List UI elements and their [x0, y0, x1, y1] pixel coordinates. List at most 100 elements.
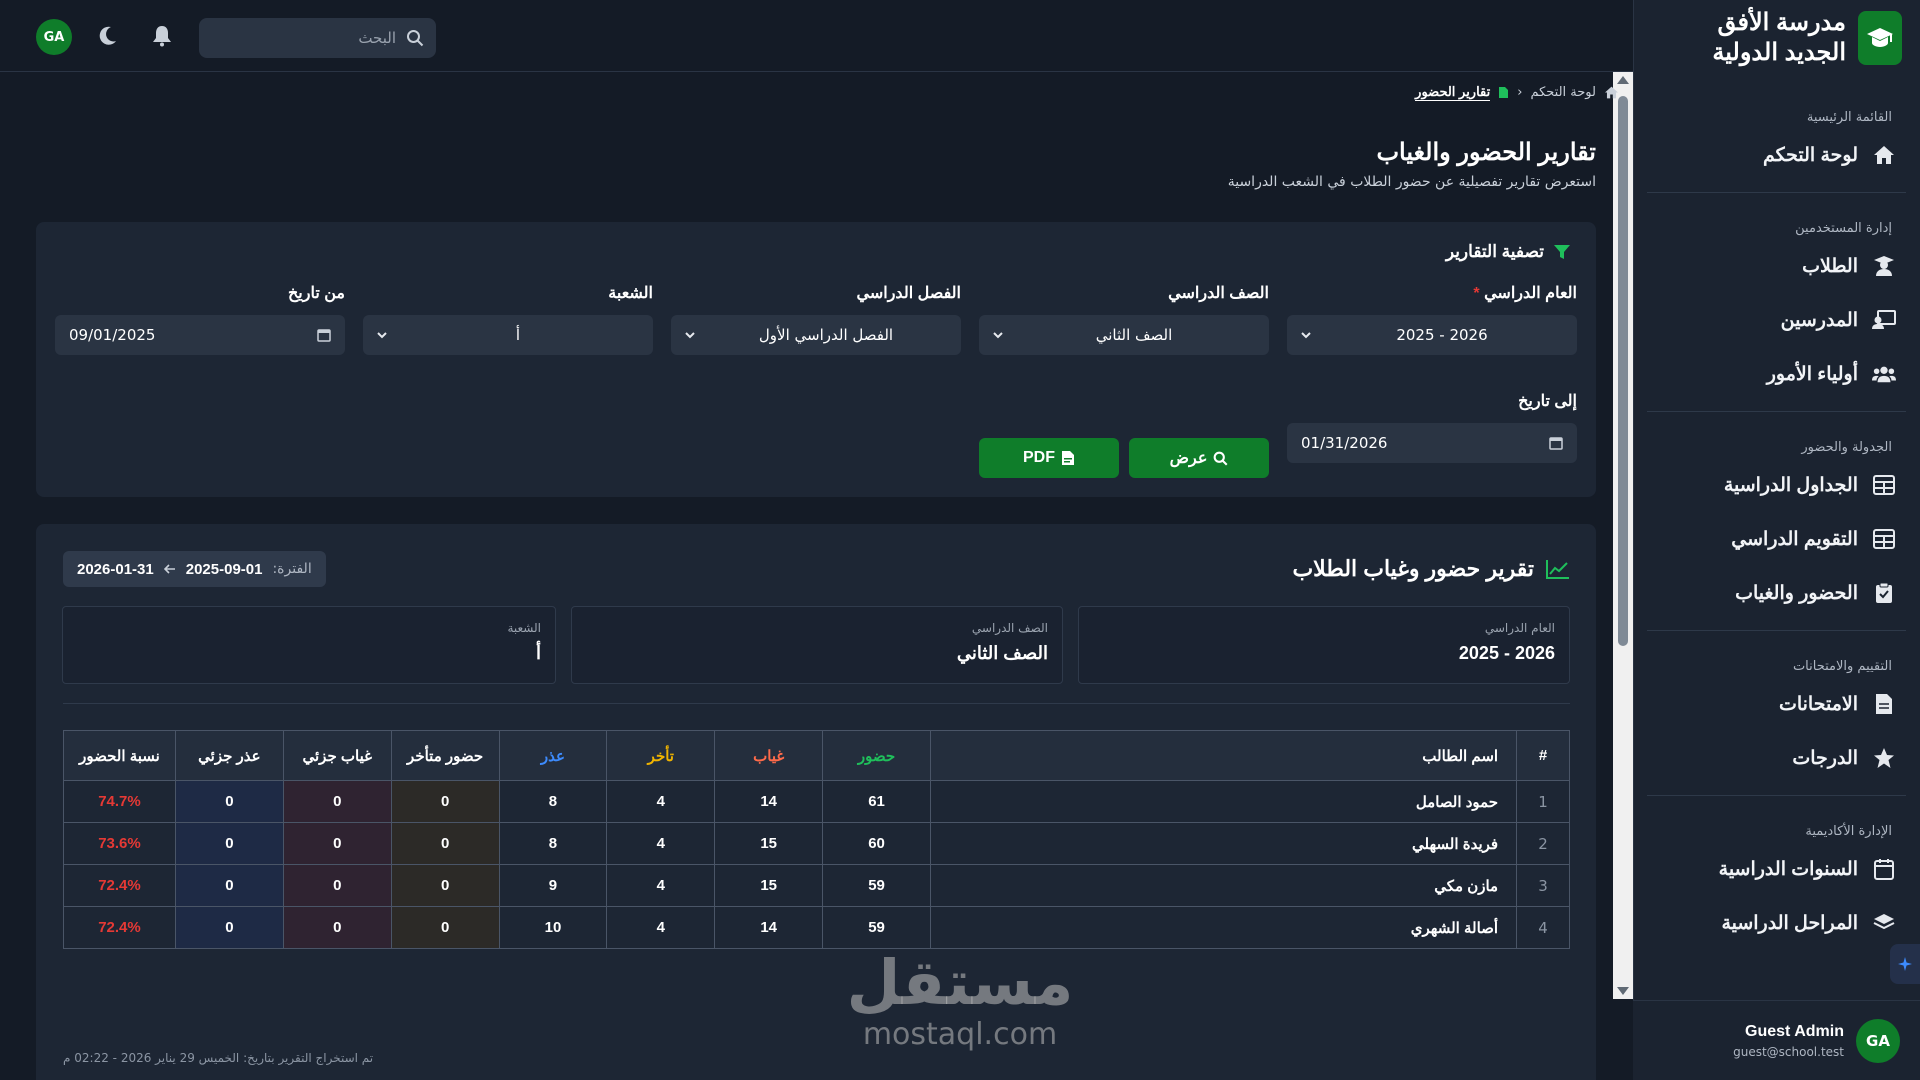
period-to: 2026-01-31: [77, 560, 154, 578]
section-select[interactable]: أ: [363, 315, 653, 355]
sidebar-item-schedules[interactable]: الجداول الدراسية: [1633, 458, 1920, 512]
from-date-input[interactable]: 09/01/2025: [55, 315, 345, 355]
search-box[interactable]: [199, 18, 436, 58]
user-profile[interactable]: GA Guest Admin guest@school.test: [1633, 1000, 1920, 1080]
column-header[interactable]: حضور: [822, 730, 931, 781]
sidebar-item-label: الحضور والغياب: [1735, 582, 1858, 604]
select-value: 2025 - 2026: [1396, 326, 1488, 344]
divider: [1647, 192, 1906, 193]
absent-count: 15: [714, 822, 824, 865]
late-count: 4: [606, 864, 716, 907]
sidebar-item-dashboard[interactable]: لوحة التحكم: [1633, 128, 1920, 182]
show-report-button[interactable]: عرض: [1129, 438, 1269, 478]
sidebar-item-label: لوحة التحكم: [1762, 144, 1858, 166]
present-count: 61: [822, 780, 931, 823]
divider: [63, 703, 1570, 704]
field-label: العام الدراسي *: [1473, 285, 1577, 302]
avatar: GA: [1856, 1018, 1900, 1063]
calendar-icon[interactable]: [1549, 436, 1563, 450]
column-header[interactable]: عذر جزئي: [174, 730, 284, 781]
late-count: 4: [606, 780, 716, 823]
user-name: Guest Admin: [1745, 1022, 1844, 1040]
pdf-button[interactable]: PDF: [979, 438, 1119, 478]
chevron-down-icon: [377, 331, 387, 339]
late-count: 4: [606, 822, 716, 865]
search-input[interactable]: [202, 29, 396, 47]
avatar[interactable]: GA: [36, 19, 72, 55]
home-icon[interactable]: [1604, 86, 1619, 99]
report-header: تقرير حضور وغياب الطلاب: [1292, 556, 1570, 582]
to-date-field: إلى تاريخ 01/31/2026: [1287, 391, 1577, 463]
pin-icon[interactable]: [1890, 944, 1920, 984]
sidebar-item-label: التقويم الدراسي: [1731, 528, 1858, 550]
student-name: أصالة الشهري: [929, 906, 1518, 949]
sidebar-nav: القائمة الرئيسية لوحة التحكم إدارة المست…: [1633, 72, 1920, 997]
column-header[interactable]: #: [1516, 730, 1570, 781]
breadcrumb-home-link[interactable]: لوحة التحكم: [1530, 85, 1596, 100]
sidebar-item-stages[interactable]: المراحل الدراسية: [1633, 896, 1920, 950]
column-header[interactable]: غياب: [714, 730, 824, 781]
partial-absent-count: 0: [282, 780, 392, 823]
academic-year-select[interactable]: 2025 - 2026: [1287, 315, 1577, 355]
nav-group-title: إدارة المستخدمين: [1795, 221, 1892, 236]
nav-group-title: الجدولة والحضور: [1801, 440, 1892, 455]
late-present-count: 0: [390, 864, 500, 907]
star-icon: [1872, 746, 1896, 770]
nav-group-title: الإدارة الأكاديمية: [1805, 824, 1892, 839]
sidebar-item-label: الامتحانات: [1778, 693, 1858, 715]
table-row: 2 فريدة السهلي 60 15 4 8 0 0 0 73.6%: [63, 822, 1570, 865]
column-header[interactable]: اسم الطالب: [929, 730, 1518, 781]
attendance-table: # اسم الطالب حضور غياب تأخر عذر حضور متأ…: [63, 730, 1570, 949]
moon-icon[interactable]: [93, 22, 121, 50]
filter-title: تصفية التقارير: [1445, 242, 1544, 261]
info-label: الصف الدراسي: [971, 621, 1048, 635]
grade-select[interactable]: الصف الثاني: [979, 315, 1269, 355]
sidebar: مدرسة الأفق الجديد الدولية القائمة الرئي…: [1633, 0, 1920, 1080]
filter-header: تصفية التقارير: [1446, 242, 1570, 262]
column-header[interactable]: حضور متأخر: [390, 730, 500, 781]
info-label: الشعبة: [507, 621, 541, 635]
column-header[interactable]: تأخر: [606, 730, 716, 781]
report-footnote: تم استخراج التقرير بتاريخ: الخميس 29 ينا…: [63, 1051, 374, 1065]
brand[interactable]: مدرسة الأفق الجديد الدولية: [1654, 8, 1902, 68]
user-email: guest@school.test: [1733, 1044, 1844, 1059]
present-count: 59: [822, 906, 931, 949]
column-header[interactable]: عذر: [498, 730, 608, 781]
sidebar-item-grades[interactable]: الدرجات: [1633, 731, 1920, 785]
partial-absent-count: 0: [282, 822, 392, 865]
student-name: حمود الصامل: [929, 780, 1518, 823]
document-icon: [1872, 692, 1896, 716]
attendance-rate: 72.4%: [63, 864, 176, 907]
date-value: 09/01/2025: [69, 326, 156, 344]
main-content: لوحة التحكم ‹ تقارير الحضور تقارير الحضو…: [0, 72, 1633, 1080]
select-value: الفصل الدراسي الأول: [758, 326, 894, 344]
table-header-row: # اسم الطالب حضور غياب تأخر عذر حضور متأ…: [63, 730, 1570, 781]
grade-field: الصف الدراسي الصف الثاني: [979, 283, 1269, 355]
button-label: PDF: [1023, 449, 1055, 466]
info-academic-year: العام الدراسي 2025 - 2026: [1078, 606, 1570, 684]
calendar-icon[interactable]: [317, 328, 331, 342]
to-date-input[interactable]: 01/31/2026: [1287, 423, 1577, 463]
field-label: إلى تاريخ: [1518, 393, 1577, 410]
partial-absent-count: 0: [282, 906, 392, 949]
column-header[interactable]: غياب جزئي: [282, 730, 392, 781]
sidebar-item-parents[interactable]: أولياء الأمور: [1633, 347, 1920, 401]
sidebar-item-students[interactable]: الطلاب: [1633, 239, 1920, 293]
sidebar-item-academic-years[interactable]: السنوات الدراسية: [1633, 842, 1920, 896]
period-badge: الفترة: 2025-09-01 2026-01-31: [63, 551, 326, 587]
calendar-grid-icon: [1872, 527, 1896, 551]
sidebar-item-teachers[interactable]: المدرسين: [1633, 293, 1920, 347]
sidebar-item-exams[interactable]: الامتحانات: [1633, 677, 1920, 731]
layers-icon: [1872, 911, 1896, 935]
row-number: 2: [1516, 822, 1570, 865]
report-card: تقرير حضور وغياب الطلاب الفترة: 2025-09-…: [36, 524, 1596, 1080]
info-label: العام الدراسي: [1484, 621, 1555, 635]
late-count: 4: [606, 906, 716, 949]
sidebar-item-attendance[interactable]: الحضور والغياب: [1633, 566, 1920, 620]
sidebar-item-calendar[interactable]: التقويم الدراسي: [1633, 512, 1920, 566]
bell-icon[interactable]: [148, 22, 176, 50]
partial-absent-count: 0: [282, 864, 392, 907]
semester-select[interactable]: الفصل الدراسي الأول: [671, 315, 961, 355]
late-present-count: 0: [390, 906, 500, 949]
column-header[interactable]: نسبة الحضور: [63, 730, 176, 781]
